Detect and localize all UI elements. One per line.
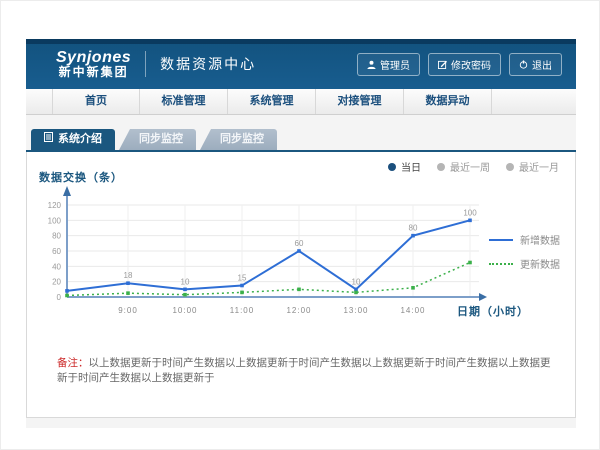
legend-label: 更新数据	[520, 256, 560, 271]
y-tick-label: 60	[52, 247, 61, 256]
data-point-label: 10	[352, 277, 361, 286]
data-point	[65, 289, 69, 293]
header-actions: 管理员 修改密码 退出	[357, 53, 562, 76]
x-tick-label: 11:00	[230, 306, 254, 315]
data-point	[65, 294, 69, 298]
data-point	[240, 284, 244, 288]
y-tick-label: 0	[57, 293, 62, 302]
nav-item-system-mgmt[interactable]: 系统管理	[228, 89, 316, 114]
radio-today[interactable]: 当日	[388, 159, 421, 174]
data-point	[126, 291, 130, 295]
x-tick-label: 14:00	[400, 306, 425, 315]
x-tick-label: 13:00	[343, 306, 368, 315]
logo-text-cn: 新中新集团	[56, 66, 131, 79]
data-point-label: 60	[295, 239, 304, 248]
site-title: 数据资源中心	[160, 54, 256, 74]
header: Synjones 新中新集团 数据资源中心 管理员 修改密码 退出	[26, 39, 576, 89]
radio-last-month[interactable]: 最近一月	[506, 159, 559, 174]
logo-text-en: Synjones	[56, 49, 131, 67]
tab-label: 系统介绍	[58, 129, 102, 150]
data-point	[468, 261, 472, 265]
x-tick-label: 10:00	[172, 306, 197, 315]
radio-label: 最近一周	[450, 159, 490, 174]
dotted-line-icon	[489, 263, 513, 265]
radio-label: 当日	[401, 159, 421, 174]
data-point	[354, 291, 358, 295]
data-point	[183, 288, 187, 292]
user-button[interactable]: 管理员	[357, 53, 420, 76]
chart-legend: 新增数据 更新数据	[489, 232, 560, 280]
solid-line-icon	[489, 239, 513, 241]
app-window: Synjones 新中新集团 数据资源中心 管理员 修改密码 退出	[0, 0, 600, 450]
tab-system-intro[interactable]: 系统介绍	[31, 129, 115, 150]
document-icon	[44, 129, 53, 150]
footnote-prefix: 备注：	[57, 357, 89, 369]
chart-card: 当日 最近一周 最近一月 数据交换（条） 0204060801001209:00…	[26, 152, 576, 418]
y-tick-label: 100	[48, 216, 62, 225]
logo-divider	[145, 51, 146, 77]
y-tick-label: 20	[52, 278, 61, 287]
tab-sync-monitor-1[interactable]: 同步监控	[119, 129, 196, 150]
line-chart: 0 20 40 60 80 100 120 9:00 10:00 11:00 12:00 13:00 1…	[37, 182, 507, 324]
data-point	[411, 234, 415, 238]
data-point	[297, 249, 301, 253]
tab-sync-monitor-2[interactable]: 同步监控	[200, 129, 277, 150]
data-point-label: 18	[124, 271, 133, 280]
data-point	[354, 288, 358, 292]
legend-item-updated-data: 更新数据	[489, 256, 560, 271]
data-point-label: 100	[463, 208, 477, 217]
radio-dot	[506, 163, 514, 171]
x-axis-title: 日期（小时）	[457, 303, 529, 319]
x-axis-arrow	[479, 293, 487, 301]
y-tick-label: 40	[52, 262, 61, 271]
page: Synjones 新中新集团 数据资源中心 管理员 修改密码 退出	[26, 39, 576, 429]
power-icon	[519, 60, 528, 69]
change-password-label: 修改密码	[451, 57, 491, 72]
edit-icon	[438, 60, 447, 69]
nav-item-data-change[interactable]: 数据异动	[404, 89, 492, 114]
radio-dot	[388, 163, 396, 171]
time-range-selector: 当日 最近一周 最近一月	[388, 159, 559, 174]
user-icon	[367, 60, 376, 69]
data-point-label: 15	[238, 274, 247, 283]
footnote: 备注：以上数据更新于时间产生数据以上数据更新于时间产生数据以上数据更新于时间产生…	[57, 356, 555, 385]
user-button-label: 管理员	[380, 57, 410, 72]
company-logo: Synjones 新中新集团	[56, 49, 131, 80]
data-point-label: 10	[181, 277, 190, 286]
y-tick-label: 120	[48, 201, 62, 210]
tab-label: 同步监控	[139, 129, 183, 150]
logout-button[interactable]: 退出	[509, 53, 562, 76]
x-tick-label: 9:00	[118, 306, 138, 315]
data-point	[297, 288, 301, 292]
logout-label: 退出	[532, 57, 552, 72]
data-point	[126, 281, 130, 285]
data-point	[468, 219, 472, 223]
radio-label: 最近一月	[519, 159, 559, 174]
data-point	[411, 286, 415, 290]
tab-bar: 系统介绍 同步监控 同步监控	[31, 129, 277, 150]
x-tick-label: 12:00	[286, 306, 311, 315]
main-nav: 首页 标准管理 系统管理 对接管理 数据异动	[26, 89, 576, 115]
data-point	[183, 293, 187, 297]
nav-item-home[interactable]: 首页	[52, 89, 140, 114]
legend-item-new-data: 新增数据	[489, 232, 560, 247]
radio-last-week[interactable]: 最近一周	[437, 159, 490, 174]
tab-label: 同步监控	[220, 129, 264, 150]
y-axis-arrow	[63, 186, 71, 196]
footnote-text: 以上数据更新于时间产生数据以上数据更新于时间产生数据以上数据更新于时间产生数据以…	[57, 357, 551, 384]
y-tick-label: 80	[52, 232, 61, 241]
data-point-label: 80	[409, 224, 418, 233]
legend-label: 新增数据	[520, 232, 560, 247]
data-point	[240, 291, 244, 295]
nav-item-standard-mgmt[interactable]: 标准管理	[140, 89, 228, 114]
radio-dot	[437, 163, 445, 171]
change-password-button[interactable]: 修改密码	[428, 53, 501, 76]
nav-item-interface-mgmt[interactable]: 对接管理	[316, 89, 404, 114]
content-area: 系统介绍 同步监控 同步监控 当日 最近一	[26, 115, 576, 428]
